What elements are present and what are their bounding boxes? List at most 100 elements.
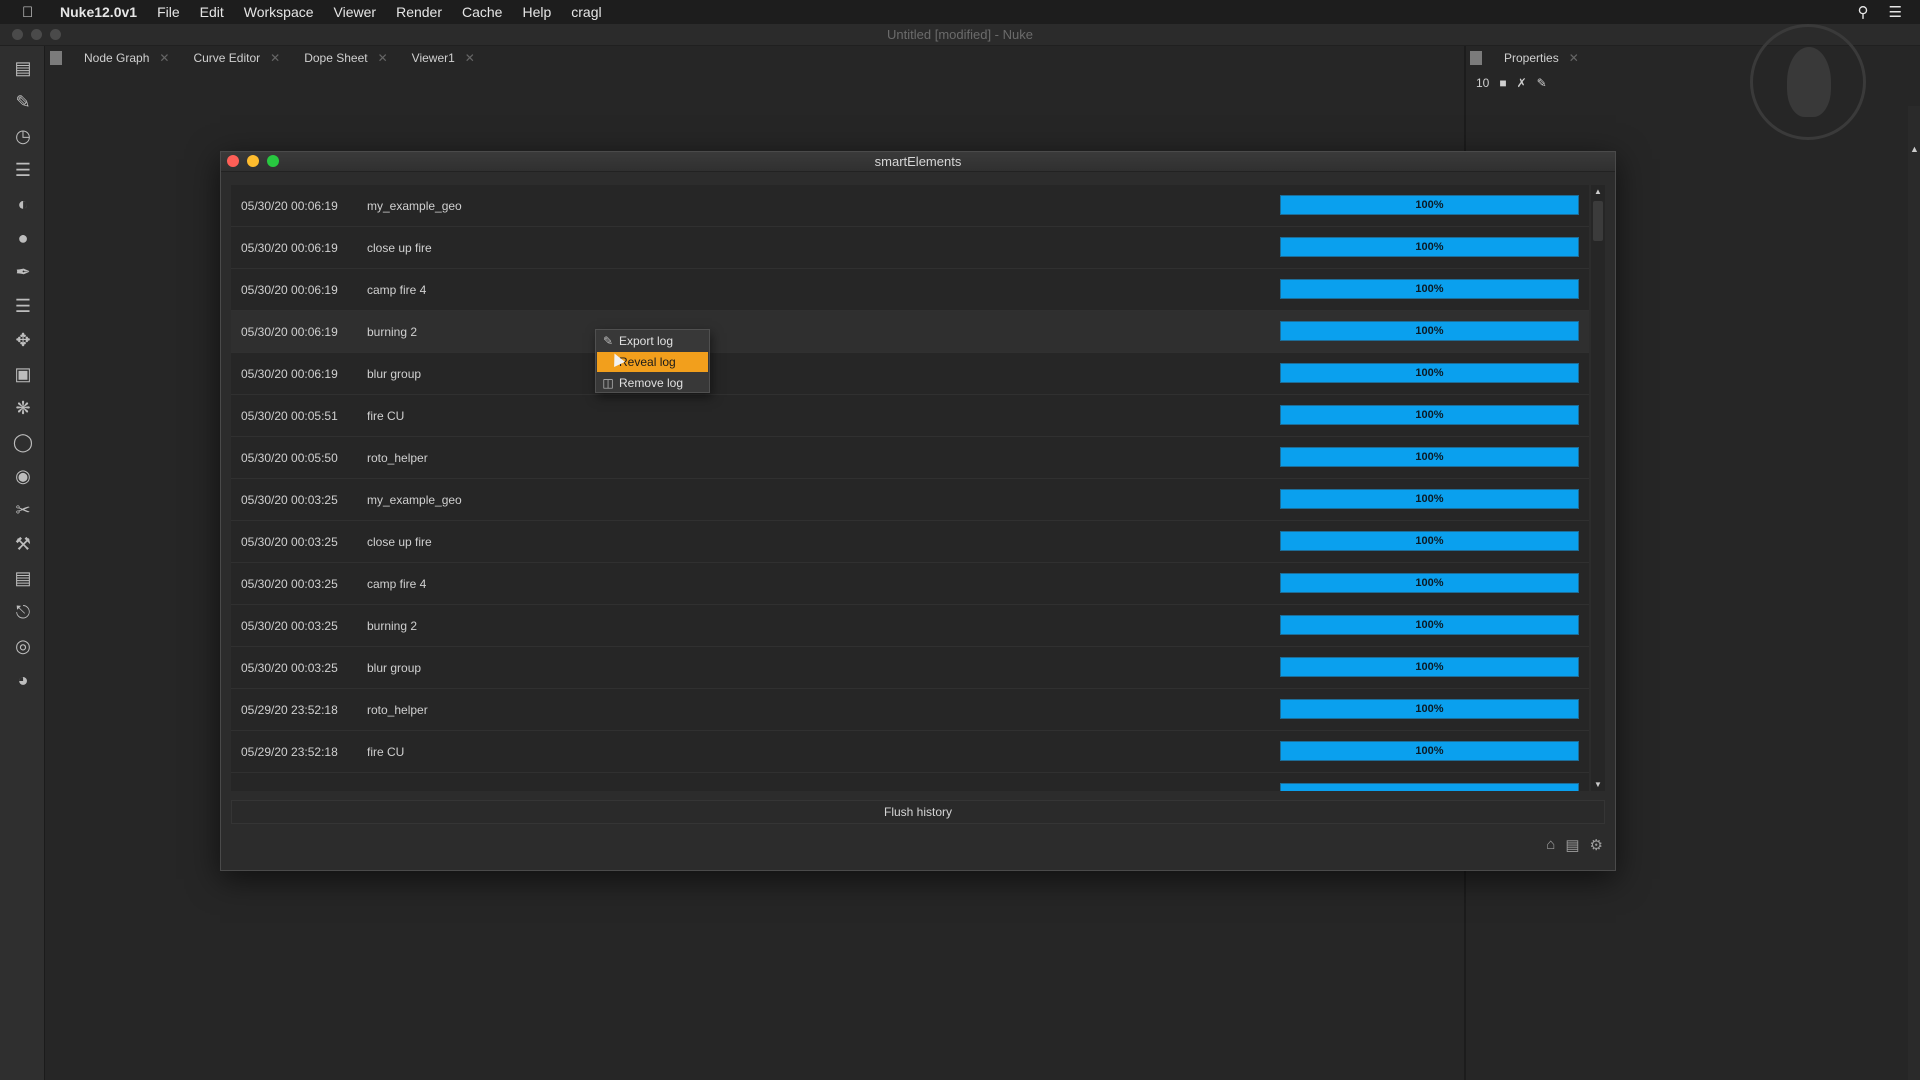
edit-pencil-icon[interactable]: ✎ [1537, 76, 1547, 90]
flush-history-button[interactable]: Flush history [231, 800, 1605, 824]
log-date: 05/30/20 00:03:25 [241, 535, 338, 549]
scroll-up-icon[interactable]: ▲ [1594, 187, 1602, 196]
log-name: roto_helper [367, 703, 428, 717]
dialog-zoom-button[interactable] [267, 155, 279, 167]
log-row[interactable]: 05/30/20 00:03:25 camp fire 4 100% [231, 563, 1589, 605]
dialog-close-button[interactable] [227, 155, 239, 167]
tab-viewer1[interactable]: Viewer1 ✕ [400, 46, 487, 70]
menu-viewer[interactable]: Viewer [334, 4, 377, 20]
log-date: 05/29/20 23:52:18 [241, 745, 338, 759]
log-date: 05/30/20 00:05:51 [241, 409, 338, 423]
export-log-menu-item[interactable]: ✎ Export log [597, 331, 708, 351]
log-row[interactable]: 05/30/20 00:03:25 close up fire 100% [231, 521, 1589, 563]
clear-panels-icon[interactable]: ✗ [1517, 76, 1527, 90]
3d-nodes-icon[interactable]: ▣ [11, 362, 35, 386]
progress-text: 100% [1415, 241, 1444, 253]
toolsets-icon[interactable]: ⚒ [11, 532, 35, 556]
log-date: 05/30/20 00:06:19 [241, 325, 338, 339]
progress-bar: 100% [1280, 699, 1579, 719]
log-name: close up fire [367, 241, 432, 255]
menu-app-name[interactable]: Nuke12.0v1 [60, 4, 137, 20]
menu-help[interactable]: Help [522, 4, 551, 20]
menu-cache[interactable]: Cache [462, 4, 502, 20]
color-nodes-icon[interactable]: ◐ [11, 192, 35, 216]
draw-nodes-icon[interactable]: ✎ [11, 90, 35, 114]
progress-bar: 100% [1280, 741, 1579, 761]
scroll-up-icon[interactable]: ▲ [1910, 144, 1919, 154]
image-nodes-icon[interactable]: ▤ [11, 56, 35, 80]
log-row[interactable]: 05/29/20 23:52:18 fire CU 100% [231, 731, 1589, 773]
menu-workspace[interactable]: Workspace [244, 4, 314, 20]
log-row[interactable]: 05/30/20 00:03:25 blur group 100% [231, 647, 1589, 689]
dialog-minimize-button[interactable] [247, 155, 259, 167]
clipboard-icon[interactable]: ▤ [1565, 836, 1579, 854]
home-icon[interactable]: ⌂ [1546, 836, 1555, 854]
pane-menu-icon[interactable] [1470, 51, 1482, 65]
menu-item-label: Remove log [619, 376, 684, 390]
log-row[interactable]: 05/30/20 00:03:25 my_example_geo 100% [231, 479, 1589, 521]
progress-bar: 100% [1280, 237, 1579, 257]
scroll-thumb[interactable] [1593, 201, 1603, 241]
views-nodes-icon[interactable]: ◉ [11, 464, 35, 488]
tab-label: Node Graph [84, 51, 150, 65]
tab-curve-editor[interactable]: Curve Editor ✕ [181, 46, 292, 70]
tab-close-icon[interactable]: ✕ [465, 51, 475, 65]
particles-nodes-icon[interactable]: ❋ [11, 396, 35, 420]
cara-vr-nodes-icon[interactable]: ◎ [11, 634, 35, 658]
menu-render[interactable]: Render [396, 4, 442, 20]
pane-menu-icon[interactable] [50, 51, 62, 65]
tab-close-icon[interactable]: ✕ [159, 51, 169, 65]
tab-properties[interactable]: Properties ✕ [1492, 46, 1591, 70]
menu-edit[interactable]: Edit [200, 4, 224, 20]
keyer-nodes-icon[interactable]: ✒ [11, 260, 35, 284]
log-row[interactable]: 05/30/20 00:06:19 camp fire 4 100% [231, 269, 1589, 311]
deep-nodes-icon[interactable]: ◯ [11, 430, 35, 454]
tab-node-graph[interactable]: Node Graph ✕ [72, 46, 181, 70]
properties-scrollbar[interactable]: ▲ [1908, 106, 1920, 1080]
remove-log-menu-item[interactable]: ◫ Remove log [597, 373, 708, 393]
progress-text: 100% [1415, 661, 1444, 673]
log-date: 05/30/20 00:03:25 [241, 577, 338, 591]
furnace-nodes-icon[interactable]: ⎋ [11, 600, 35, 624]
time-nodes-icon[interactable]: ◷ [11, 124, 35, 148]
merge-nodes-icon[interactable]: ☰ [11, 294, 35, 318]
log-row[interactable]: 05/30/20 00:06:19 blur group 100% [231, 353, 1589, 395]
max-panels-field[interactable]: 10 [1476, 76, 1489, 90]
log-row[interactable]: 05/30/20 00:05:51 fire CU 100% [231, 395, 1589, 437]
log-row[interactable]: 05/29/20 23:52:18 roto_helper 100% [231, 689, 1589, 731]
tab-dope-sheet[interactable]: Dope Sheet ✕ [292, 46, 399, 70]
log-date: 05/30/20 00:06:19 [241, 283, 338, 297]
channel-nodes-icon[interactable]: ☰ [11, 158, 35, 182]
log-row[interactable]: 05/30/20 00:06:19 close up fire 100% [231, 227, 1589, 269]
lock-icon[interactable]: ■ [1499, 76, 1506, 90]
window-titlebar: Untitled [modified] - Nuke [0, 24, 1920, 46]
tab-label: Dope Sheet [304, 51, 368, 65]
log-row[interactable]: 05/30/20 00:06:19 my_example_geo 100% [231, 185, 1589, 227]
progress-bar: 100% [1280, 447, 1579, 467]
menu-cragl[interactable]: cragl [571, 4, 601, 20]
tab-close-icon[interactable]: ✕ [378, 51, 388, 65]
log-row[interactable]: 05/30/20 00:06:19 burning 2 100% [231, 311, 1589, 353]
log-row[interactable]: 05/30/20 00:05:50 roto_helper 100% [231, 437, 1589, 479]
tab-label: Viewer1 [411, 51, 455, 65]
scroll-down-icon[interactable]: ▼ [1594, 780, 1602, 789]
log-list-scrollbar[interactable]: ▲ ▼ [1591, 185, 1605, 791]
menu-file[interactable]: File [157, 4, 180, 20]
metadata-nodes-icon[interactable]: ✂ [11, 498, 35, 522]
transform-nodes-icon[interactable]: ✥ [11, 328, 35, 352]
apple-icon[interactable]:  [22, 4, 42, 21]
log-row-partial[interactable] [231, 773, 1589, 791]
nodes-toolbar: ▤ ✎ ◷ ☰ ◐ ● ✒ ☰ ✥ ▣ ❋ ◯ ◉ ✂ ⚒ ▤ ⎋ ◎ ◕ [0, 46, 45, 1080]
log-date: 05/29/20 23:52:18 [241, 703, 338, 717]
notification-list-icon[interactable]: ☰ [1889, 3, 1902, 21]
gear-icon[interactable]: ⚙ [1590, 836, 1603, 854]
spotlight-search-icon[interactable]: ⚲ [1858, 3, 1869, 21]
filter-nodes-icon[interactable]: ● [11, 226, 35, 250]
tab-close-icon[interactable]: ✕ [1569, 51, 1579, 65]
menubar:  Nuke12.0v1 File Edit Workspace Viewer … [0, 0, 1920, 24]
smartelements-icon[interactable]: ◕ [11, 668, 35, 692]
log-row[interactable]: 05/30/20 00:03:25 burning 2 100% [231, 605, 1589, 647]
other-nodes-icon[interactable]: ▤ [11, 566, 35, 590]
progress-bar [1280, 783, 1579, 791]
tab-close-icon[interactable]: ✕ [270, 51, 280, 65]
